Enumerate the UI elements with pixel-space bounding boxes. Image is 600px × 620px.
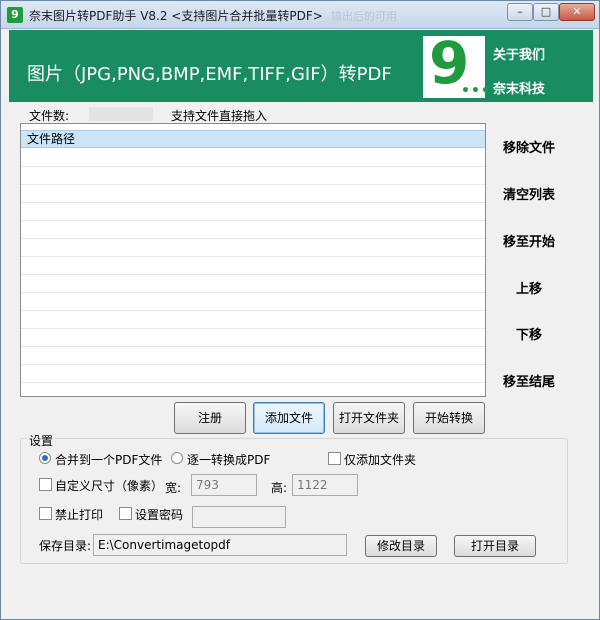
maximize-button[interactable]: □ [533, 3, 559, 21]
folder-only-label[interactable]: 仅添加文件夹 [344, 451, 416, 468]
file-count-value [89, 107, 153, 121]
settings-legend: 设置 [27, 432, 56, 449]
banner-title: 图片（JPG,PNG,BMP,EMF,TIFF,GIF）转PDF [27, 64, 392, 85]
set-password-label[interactable]: 设置密码 [135, 506, 183, 523]
width-input[interactable]: 793 [191, 474, 257, 496]
list-row-line [21, 166, 485, 167]
width-label: 宽: [165, 481, 182, 495]
company-link[interactable]: 奈末科技 [493, 78, 545, 97]
start-convert-button[interactable]: 开始转换 [413, 402, 485, 434]
list-row-line [21, 364, 485, 365]
list-row-line [21, 292, 485, 293]
custom-size-checkbox[interactable] [39, 478, 52, 491]
about-us-link[interactable]: 关于我们 [493, 44, 545, 63]
merge-radio[interactable] [39, 452, 51, 464]
height-label: 高: [271, 481, 288, 495]
folder-only-checkbox[interactable] [328, 452, 341, 465]
move-to-bottom-button[interactable]: 移至结尾 [489, 371, 569, 390]
move-to-top-button[interactable]: 移至开始 [489, 231, 569, 250]
logo-dots-icon: ••• [461, 83, 491, 99]
minimize-button[interactable]: – [507, 3, 533, 21]
password-input[interactable] [192, 506, 286, 528]
merge-option-label[interactable]: 合并到一个PDF文件 [55, 451, 162, 468]
list-row-line [21, 328, 485, 329]
list-row-line [21, 256, 485, 257]
drag-hint: 支持文件直接拖入 [171, 109, 268, 123]
list-row-line [21, 202, 485, 203]
register-button[interactable]: 注册 [174, 402, 246, 434]
title-bar[interactable]: 9 奈末图片转PDF助手 V8.2 <支持图片合并批量转PDF> 输出后的可用 … [1, 1, 599, 29]
list-row-line [21, 310, 485, 311]
no-print-checkbox[interactable] [39, 507, 52, 520]
list-row-line [21, 382, 485, 383]
each-option-label[interactable]: 逐一转换成PDF [187, 451, 270, 468]
app-logo-icon: 9 [7, 7, 23, 23]
window-title: 奈末图片转PDF助手 V8.2 <支持图片合并批量转PDF> [29, 9, 323, 23]
set-password-checkbox[interactable] [119, 507, 132, 520]
file-count-label: 文件数: [29, 109, 70, 123]
list-row-line [21, 238, 485, 239]
title-ghost-text: 输出后的可用 [331, 10, 397, 23]
close-button[interactable]: ✕ [559, 3, 595, 21]
remove-file-button[interactable]: 移除文件 [489, 137, 569, 156]
save-dir-input[interactable]: E:\Convertimagetopdf [93, 534, 347, 556]
each-radio[interactable] [171, 452, 183, 464]
move-down-button[interactable]: 下移 [489, 324, 569, 343]
file-path-column-header[interactable]: 文件路径 [21, 130, 485, 148]
custom-size-label[interactable]: 自定义尺寸（像素） [55, 477, 163, 494]
no-print-label[interactable]: 禁止打印 [55, 506, 103, 523]
header-banner: 图片（JPG,PNG,BMP,EMF,TIFF,GIF）转PDF 9 ••• 关… [9, 30, 593, 102]
move-up-button[interactable]: 上移 [489, 278, 569, 297]
open-dir-button[interactable]: 打开目录 [454, 535, 536, 557]
app-window: 9 奈末图片转PDF助手 V8.2 <支持图片合并批量转PDF> 输出后的可用 … [0, 0, 600, 620]
height-input[interactable]: 1122 [292, 474, 358, 496]
brand-logo: 9 ••• [423, 30, 490, 99]
list-row-line [21, 346, 485, 347]
list-row-line [21, 274, 485, 275]
open-folder-button[interactable]: 打开文件夹 [333, 402, 405, 434]
change-dir-button[interactable]: 修改目录 [365, 535, 437, 557]
save-dir-label: 保存目录: [39, 539, 92, 553]
list-row-line [21, 184, 485, 185]
clear-list-button[interactable]: 清空列表 [489, 184, 569, 203]
file-list[interactable]: 文件路径 [20, 123, 486, 397]
list-row-line [21, 220, 485, 221]
add-files-button[interactable]: 添加文件 [253, 402, 325, 434]
